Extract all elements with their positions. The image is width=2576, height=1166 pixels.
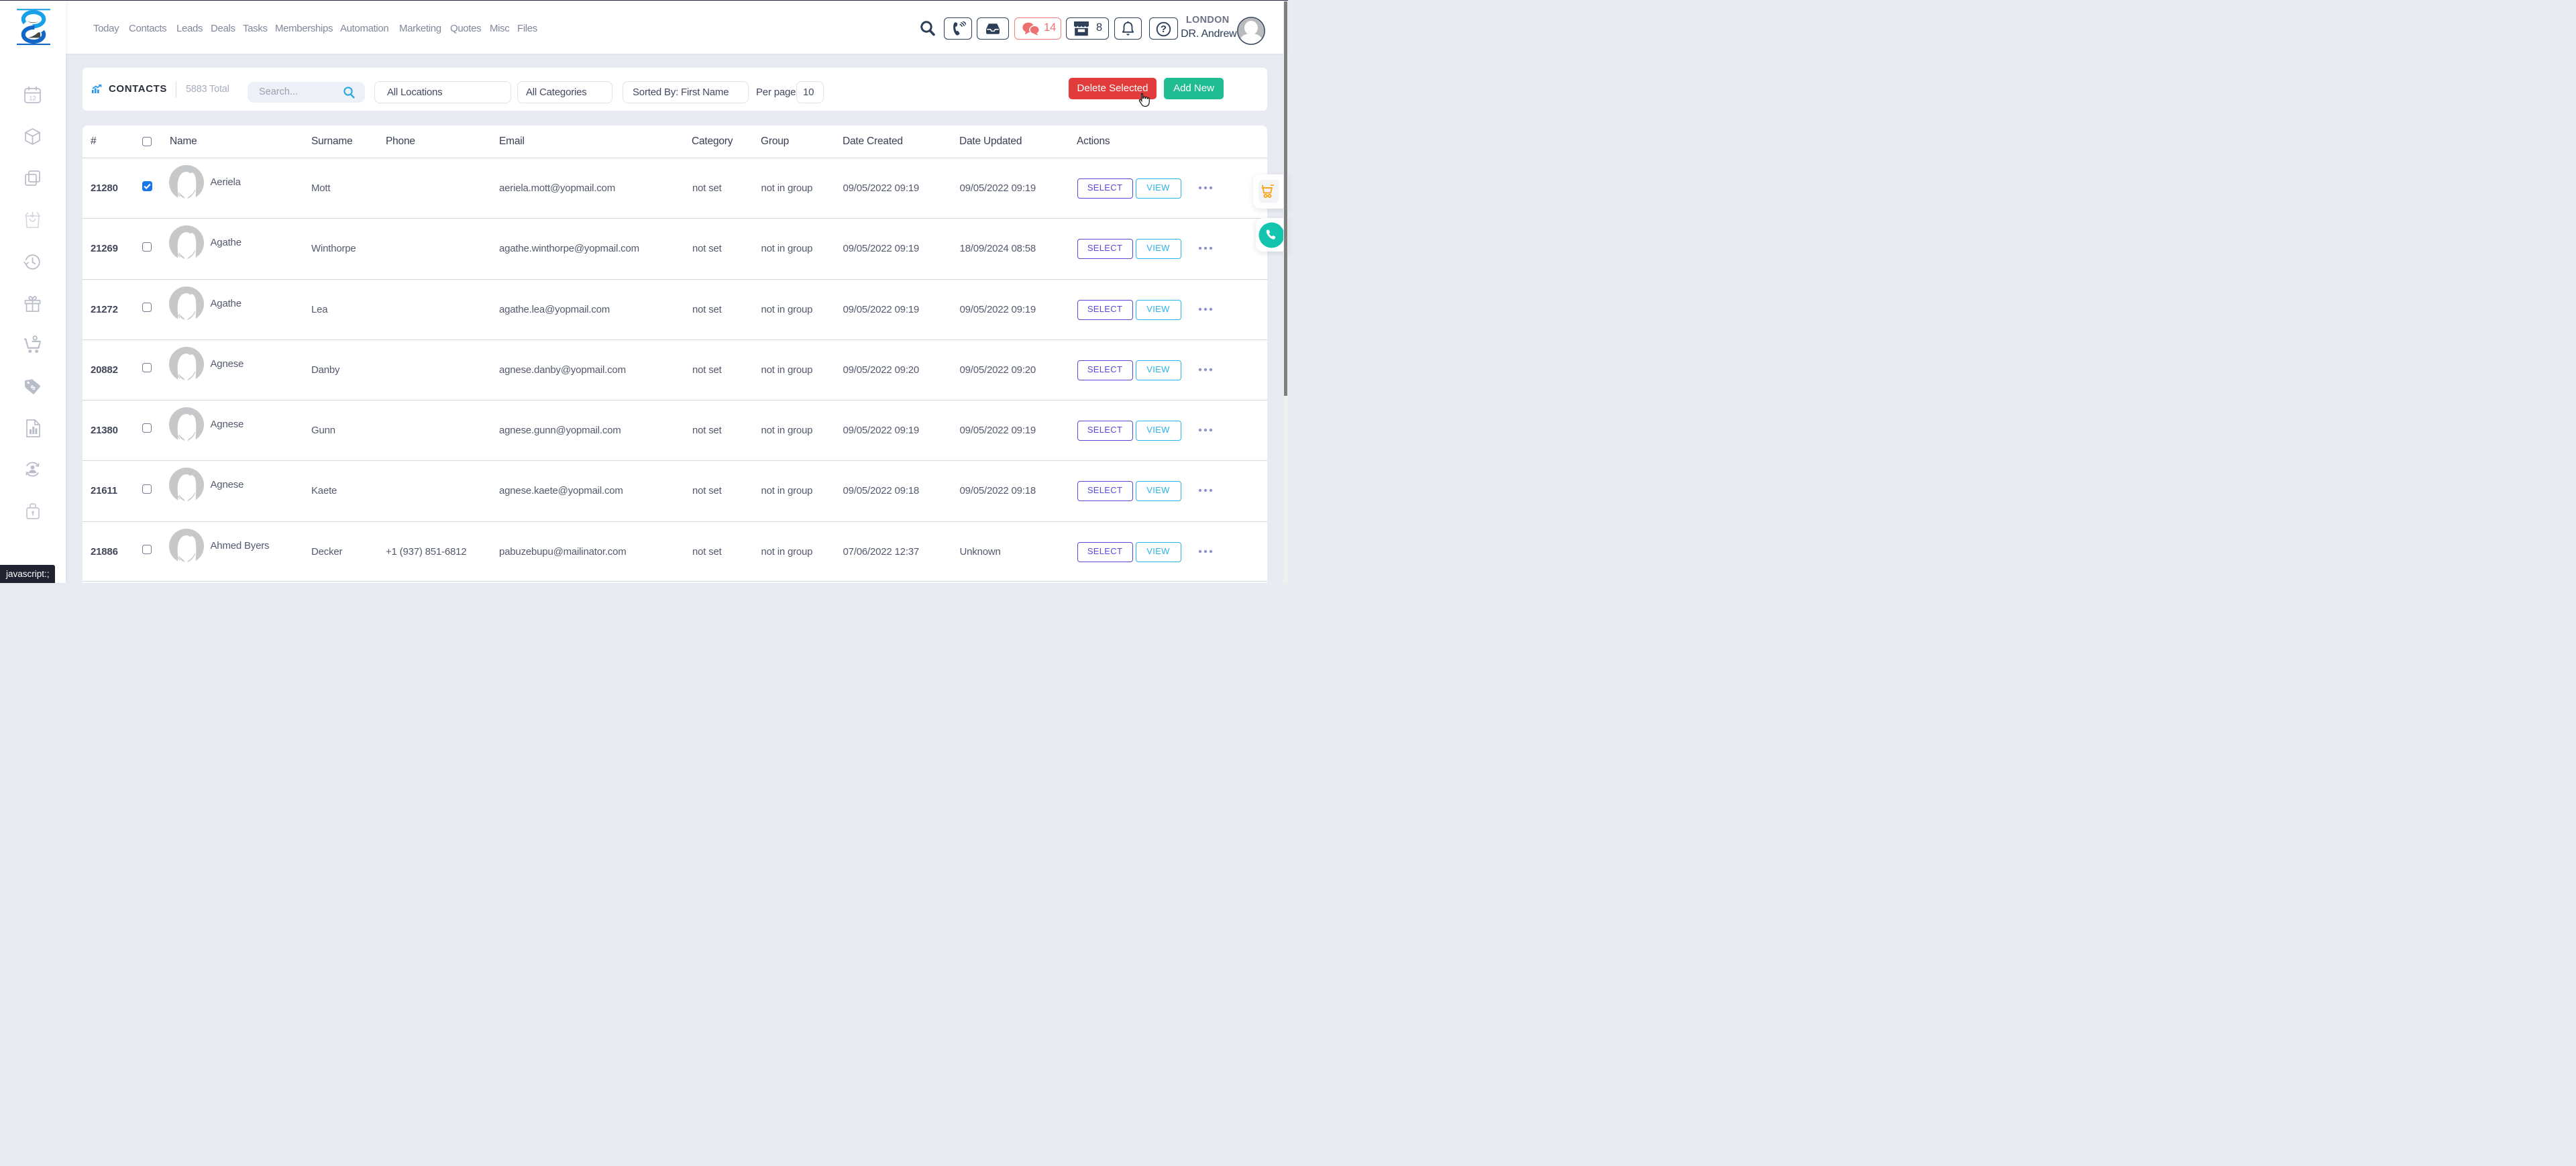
svg-text:12: 12 <box>29 95 36 103</box>
svg-text:?: ? <box>1161 23 1167 35</box>
